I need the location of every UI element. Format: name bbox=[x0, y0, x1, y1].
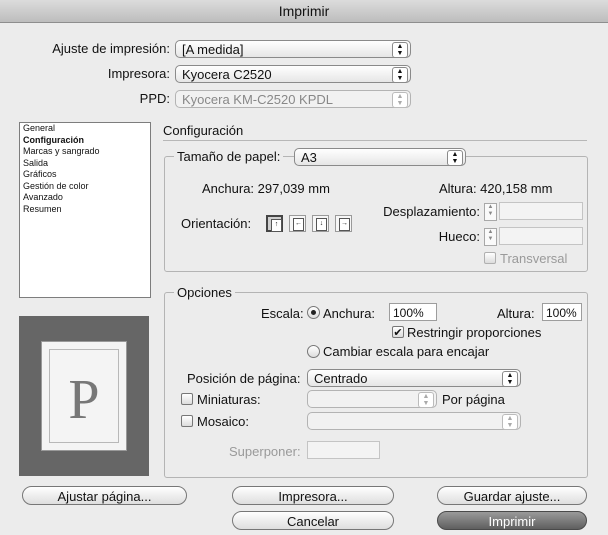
paper-size-label: Tamaño de papel: bbox=[174, 149, 284, 164]
save-preset-button[interactable]: Guardar ajuste... bbox=[437, 486, 587, 505]
page-position-value: Centrado bbox=[314, 371, 368, 386]
ppd-value: Kyocera KM-C2520 KPDL bbox=[182, 92, 334, 107]
tile-checkbox[interactable] bbox=[181, 415, 193, 427]
popup-arrows-icon: ▲ ▼ bbox=[502, 371, 518, 387]
orientation-portrait-icon[interactable]: ↑ bbox=[266, 215, 283, 232]
scale-width-radio[interactable] bbox=[307, 306, 320, 319]
offset-stepper: ▲ ▼ bbox=[484, 203, 497, 221]
fit-scale-radio[interactable] bbox=[307, 345, 320, 358]
overlap-field bbox=[307, 441, 380, 459]
page-position-label: Posición de página: bbox=[187, 371, 301, 386]
scale-label: Escala: bbox=[261, 306, 304, 321]
offset-label: Desplazamiento: bbox=[383, 204, 480, 219]
print-preset-value: [A medida] bbox=[182, 42, 244, 57]
overlap-label: Superponer: bbox=[229, 444, 301, 459]
section-divider bbox=[163, 140, 587, 141]
section-title-configuracion: Configuración bbox=[163, 123, 244, 138]
list-item-configuracion[interactable]: Configuración bbox=[20, 135, 150, 147]
thumbnails-popup: ▲ ▼ bbox=[307, 390, 437, 408]
popup-arrows-icon: ▲ ▼ bbox=[392, 42, 408, 58]
popup-arrows-icon: ▲ ▼ bbox=[502, 414, 518, 430]
preview-sheet: P bbox=[41, 341, 127, 451]
cancel-button[interactable]: Cancelar bbox=[232, 511, 394, 530]
list-item-graficos[interactable]: Gráficos bbox=[20, 169, 150, 181]
list-item-resumen[interactable]: Resumen bbox=[20, 204, 150, 216]
paper-height-text: Altura: 420,158 mm bbox=[439, 181, 553, 196]
fit-scale-label: Cambiar escala para encajar bbox=[323, 344, 490, 359]
orientation-landscape-icon[interactable]: ← bbox=[289, 215, 306, 232]
transverse-label: Transversal bbox=[500, 251, 568, 266]
page-position-popup[interactable]: Centrado ▲ ▼ bbox=[307, 369, 521, 387]
page-setup-button[interactable]: Ajustar página... bbox=[22, 486, 187, 505]
scale-height-input[interactable]: 100% bbox=[542, 303, 582, 321]
scale-width-input[interactable]: 100% bbox=[389, 303, 437, 321]
printer-popup[interactable]: Kyocera C2520 ▲ ▼ bbox=[175, 65, 411, 83]
printer-label: Impresora: bbox=[107, 66, 170, 81]
constrain-proportions-checkbox[interactable]: ✔ bbox=[392, 326, 404, 339]
printer-value: Kyocera C2520 bbox=[182, 67, 272, 82]
gap-field bbox=[499, 227, 583, 245]
gap-label: Hueco: bbox=[438, 229, 480, 244]
tile-popup: ▲ ▼ bbox=[307, 412, 521, 430]
paper-width-text: Anchura: 297,039 mm bbox=[202, 181, 330, 196]
list-item-general[interactable]: General bbox=[20, 123, 150, 135]
ppd-popup: Kyocera KM-C2520 KPDL ▲ ▼ bbox=[175, 90, 411, 108]
page-preview: P bbox=[19, 316, 149, 476]
paper-size-popup[interactable]: A3 ▲ ▼ bbox=[294, 148, 466, 166]
window-title: Imprimir bbox=[0, 0, 608, 23]
thumbnails-checkbox[interactable] bbox=[181, 393, 193, 405]
print-button[interactable]: Imprimir bbox=[437, 511, 587, 530]
popup-arrows-icon: ▲ ▼ bbox=[392, 92, 408, 108]
printer-button[interactable]: Impresora... bbox=[232, 486, 394, 505]
popup-arrows-icon: ▲ ▼ bbox=[392, 67, 408, 83]
orientation-label: Orientación: bbox=[181, 216, 252, 231]
list-item-gestion-color[interactable]: Gestión de color bbox=[20, 181, 150, 193]
list-item-marcas-sangrado[interactable]: Marcas y sangrado bbox=[20, 146, 150, 158]
options-title: Opciones bbox=[174, 285, 235, 300]
popup-arrows-icon: ▲ ▼ bbox=[418, 392, 434, 408]
category-list[interactable]: General Configuración Marcas y sangrado … bbox=[19, 122, 151, 298]
scale-width-label: Anchura: bbox=[323, 306, 376, 321]
constrain-proportions-label: Restringir proporciones bbox=[407, 325, 542, 340]
ppd-label: PPD: bbox=[139, 91, 170, 106]
list-item-salida[interactable]: Salida bbox=[20, 158, 150, 170]
paper-size-value: A3 bbox=[301, 150, 317, 165]
transverse-checkbox bbox=[484, 252, 496, 264]
print-preset-label: Ajuste de impresión: bbox=[52, 41, 170, 56]
tile-label: Mosaico: bbox=[197, 414, 250, 429]
gap-stepper: ▲ ▼ bbox=[484, 228, 497, 246]
preview-letter: P bbox=[68, 369, 100, 431]
scale-height-label: Altura: bbox=[497, 306, 535, 321]
orientation-reverse-landscape-icon[interactable]: → bbox=[335, 215, 352, 232]
popup-arrows-icon: ▲ ▼ bbox=[447, 150, 463, 166]
list-item-avanzado[interactable]: Avanzado bbox=[20, 192, 150, 204]
per-page-label: Por página bbox=[442, 392, 505, 407]
orientation-reverse-portrait-icon[interactable]: ↓ bbox=[312, 215, 329, 232]
print-preset-popup[interactable]: [A medida] ▲ ▼ bbox=[175, 40, 411, 58]
offset-field bbox=[499, 202, 583, 220]
thumbnails-label: Miniaturas: bbox=[197, 392, 261, 407]
